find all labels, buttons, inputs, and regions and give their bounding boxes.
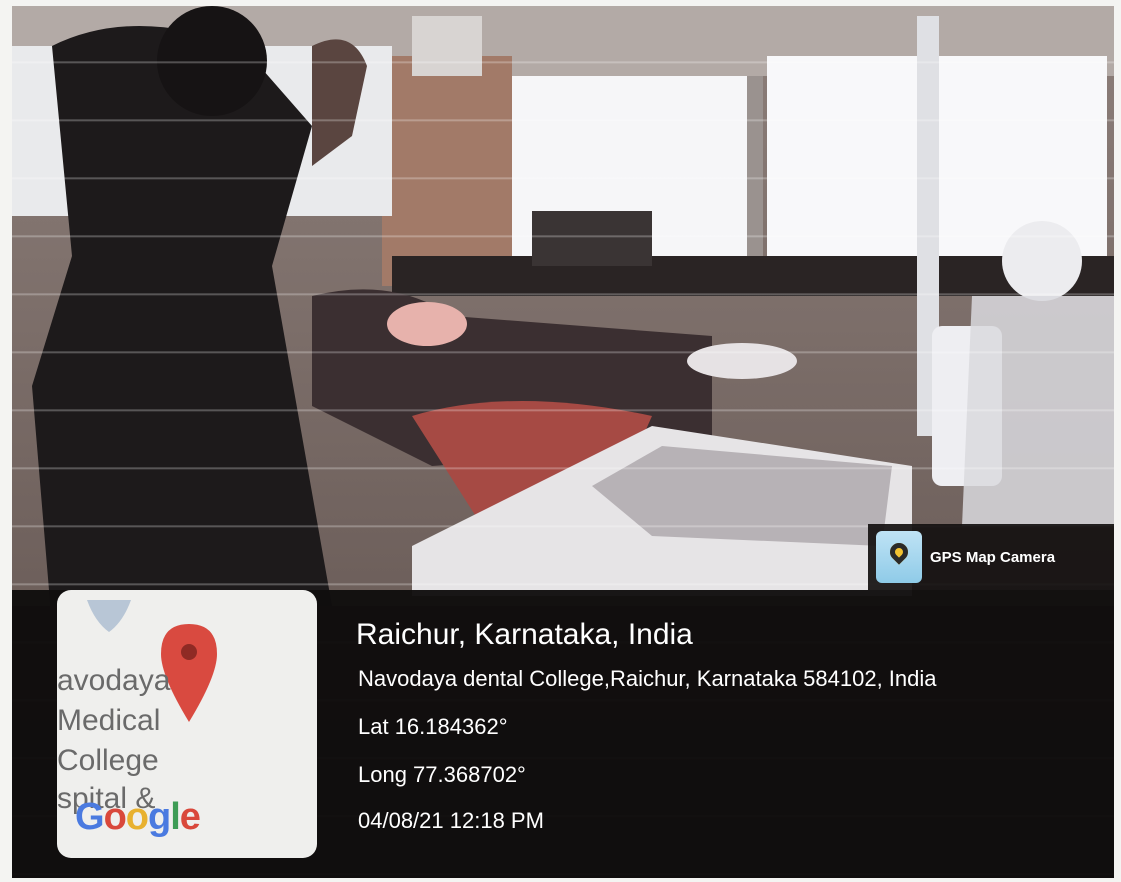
gps-map-camera-label: GPS Map Camera: [930, 548, 1056, 566]
map-place-label-1: avodaya: [57, 664, 171, 697]
location-address: Navodaya dental College,Raichur, Karnata…: [358, 666, 937, 691]
location-title: Raichur, Karnataka, India: [356, 618, 693, 651]
map-place-label-3: College: [57, 744, 159, 777]
location-info-panel: avodaya Medical College spital & Google …: [12, 590, 1114, 878]
map-thumbnail: avodaya Medical College spital & Google: [57, 590, 317, 858]
longitude: Long 77.368702°: [358, 762, 526, 787]
map-marker-icon: [87, 600, 131, 632]
google-logo: Google: [75, 796, 201, 838]
gps-map-camera-icon: [876, 531, 922, 583]
latitude: Lat 16.184362°: [358, 714, 508, 739]
map-place-label-2: Medical: [57, 704, 161, 737]
gps-map-camera-badge: GPS Map Camera: [868, 524, 1114, 590]
date-time: 04/08/21 12:18 PM: [358, 808, 544, 833]
photo-frame: GPS Map Camera avodaya Medical College s…: [12, 6, 1114, 878]
